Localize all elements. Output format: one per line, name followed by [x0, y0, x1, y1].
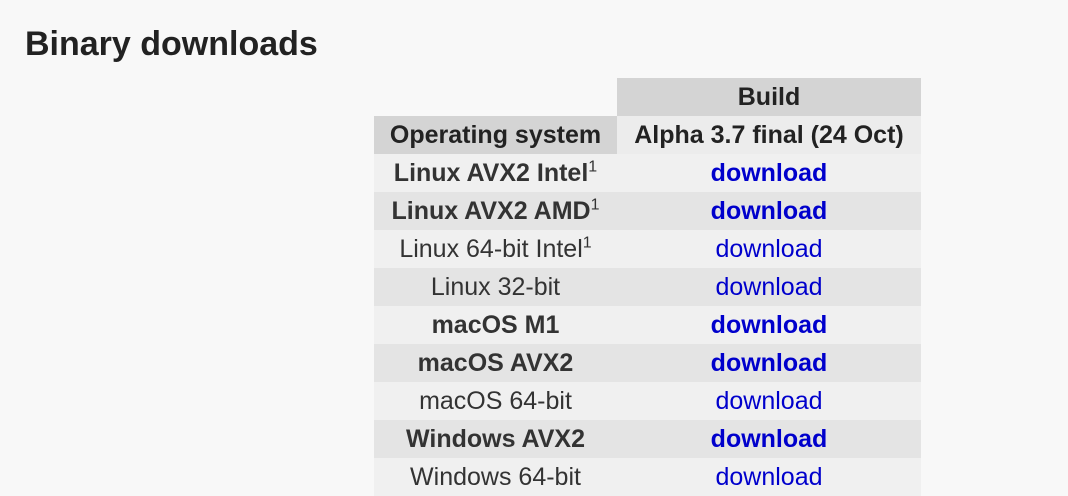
- os-name: Linux AVX2 AMD: [391, 196, 591, 225]
- table-row: Linux 32-bit download: [374, 268, 921, 306]
- table-row: macOS AVX2 download: [374, 344, 921, 382]
- download-cell: download: [617, 306, 921, 344]
- download-cell: download: [617, 420, 921, 458]
- page-title: Binary downloads: [25, 25, 318, 63]
- table-header-row-columns: Operating system Alpha 3.7 final (24 Oct…: [374, 116, 921, 154]
- table-row: macOS 64-bit download: [374, 382, 921, 420]
- table-row: Windows 64-bit download: [374, 458, 921, 496]
- os-name: macOS AVX2: [417, 348, 574, 377]
- download-cell: download: [617, 344, 921, 382]
- os-name: Linux AVX2 Intel: [393, 158, 589, 187]
- download-link[interactable]: download: [715, 463, 822, 491]
- os-name: macOS M1: [431, 310, 560, 339]
- table-row: macOS M1 download: [374, 306, 921, 344]
- download-link[interactable]: download: [711, 311, 828, 339]
- os-name: Windows 64-bit: [410, 462, 581, 491]
- table-header-version: Alpha 3.7 final (24 Oct): [617, 116, 921, 154]
- os-name: macOS 64-bit: [419, 386, 572, 415]
- download-cell: download: [617, 230, 921, 268]
- os-name: Linux 32-bit: [430, 272, 561, 301]
- os-cell: Windows AVX2: [374, 420, 617, 458]
- binary-downloads-table: Build Operating system Alpha 3.7 final (…: [374, 78, 921, 496]
- table-header-row-build: Build: [374, 78, 921, 116]
- download-link[interactable]: download: [711, 425, 828, 453]
- os-cell: macOS 64-bit: [374, 382, 617, 420]
- download-link[interactable]: download: [715, 235, 822, 263]
- os-cell: Linux 64-bit Intel1: [374, 230, 617, 268]
- os-cell: macOS M1: [374, 306, 617, 344]
- table-row: Windows AVX2 download: [374, 420, 921, 458]
- os-cell: Linux AVX2 Intel1: [374, 154, 617, 192]
- os-cell: macOS AVX2: [374, 344, 617, 382]
- os-name: Linux 64-bit Intel: [399, 234, 583, 263]
- download-cell: download: [617, 192, 921, 230]
- table-header-operating-system: Operating system: [374, 116, 617, 154]
- download-cell: download: [617, 458, 921, 496]
- download-link[interactable]: download: [711, 349, 828, 377]
- download-link[interactable]: download: [715, 273, 822, 301]
- table-header-build: Build: [617, 78, 921, 116]
- os-cell: Linux 32-bit: [374, 268, 617, 306]
- footnote-marker[interactable]: 1: [583, 234, 592, 251]
- download-link[interactable]: download: [715, 387, 822, 415]
- os-name: Windows AVX2: [406, 424, 585, 453]
- table-row: Linux 64-bit Intel1 download: [374, 230, 921, 268]
- download-cell: download: [617, 154, 921, 192]
- footnote-marker[interactable]: 1: [588, 158, 597, 175]
- footnote-marker[interactable]: 1: [591, 196, 600, 213]
- table-header-blank: [374, 78, 617, 116]
- download-cell: download: [617, 268, 921, 306]
- table-body: Linux AVX2 Intel1 download Linux AVX2 AMD1…: [374, 154, 921, 496]
- download-cell: download: [617, 382, 921, 420]
- table-row: Linux AVX2 Intel1 download: [374, 154, 921, 192]
- download-link[interactable]: download: [711, 197, 828, 225]
- download-link[interactable]: download: [711, 159, 828, 187]
- table-row: Linux AVX2 AMD1 download: [374, 192, 921, 230]
- os-cell: Linux AVX2 AMD1: [374, 192, 617, 230]
- os-cell: Windows 64-bit: [374, 458, 617, 496]
